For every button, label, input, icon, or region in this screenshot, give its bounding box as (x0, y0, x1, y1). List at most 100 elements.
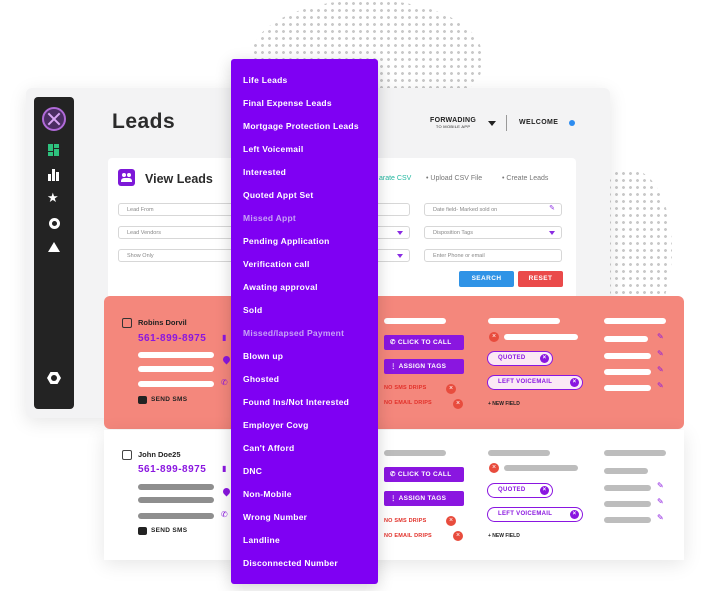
menu-item-left-voicemail[interactable]: Left Voicemail (243, 144, 304, 154)
menu-item-awating-approval[interactable]: Awating approval (243, 282, 318, 292)
disposition-tags-select[interactable]: Disposition Tags (424, 226, 562, 239)
placeholder-bar (604, 336, 648, 342)
menu-item-quoted-appt-set[interactable]: Quoted Appt Set (243, 190, 313, 200)
tag-quoted[interactable]: QUOTED × (487, 351, 553, 366)
row-checkbox[interactable] (122, 318, 132, 328)
forwarding-toggle[interactable]: FORWADING TO MOBILE APP (430, 117, 476, 129)
phone-icon[interactable]: ✆ (221, 378, 228, 387)
placeholder-bar (604, 517, 651, 523)
phone-email-input[interactable]: Enter Phone or email (424, 249, 562, 262)
lead-phone[interactable]: 561-899-8975 (138, 464, 206, 475)
dashboard-icon[interactable] (48, 144, 60, 156)
menu-item-cant-afford[interactable]: Can't Afford (243, 443, 294, 453)
phone-icon[interactable]: ✆ (221, 510, 228, 519)
tag-quoted[interactable]: QUOTED × (487, 483, 553, 498)
pencil-icon[interactable]: ✎ (657, 332, 664, 341)
search-button[interactable]: SEARCH (459, 271, 514, 287)
new-field-link[interactable]: + NEW FIELD (488, 401, 520, 407)
placeholder-bar (604, 468, 648, 474)
close-icon[interactable]: × (453, 531, 463, 541)
send-sms-button[interactable]: SEND SMS (151, 527, 187, 534)
close-icon[interactable]: × (453, 399, 463, 409)
header-divider (506, 115, 507, 131)
tag-quoted-label: QUOTED (498, 487, 526, 493)
tag-left-voicemail[interactable]: LEFT VOICEMAIL × (487, 507, 583, 522)
lead-row[interactable]: John Doe25 561-899-8975 ▮ ✆ SEND SMS ✆ C… (104, 430, 684, 560)
menu-item-life-leads[interactable]: Life Leads (243, 75, 288, 85)
show-only-select[interactable]: Show Only (118, 249, 238, 262)
date-field-input[interactable]: Date field- Marked sold on ✎ (424, 203, 562, 216)
menu-item-pending-application[interactable]: Pending Application (243, 236, 330, 246)
menu-item-final-expense-leads[interactable]: Final Expense Leads (243, 98, 332, 108)
close-icon[interactable]: × (446, 516, 456, 526)
placeholder-bar (138, 366, 214, 372)
placeholder-bar (488, 450, 550, 456)
menu-item-dnc[interactable]: DNC (243, 466, 262, 476)
disposition-dropdown-menu (231, 59, 378, 584)
menu-item-sold[interactable]: Sold (243, 305, 262, 315)
menu-item-wrong-number[interactable]: Wrong Number (243, 512, 307, 522)
close-icon[interactable]: × (540, 353, 549, 363)
menu-item-missed-appt[interactable]: Missed Appt (243, 213, 296, 223)
no-sms-drips-label: NO SMS DRIPS (384, 518, 427, 524)
create-leads-link[interactable]: • Create Leads (502, 175, 548, 182)
logo-icon[interactable] (42, 107, 66, 131)
upload-csv-link[interactable]: • Upload CSV File (426, 175, 482, 182)
lead-from-select[interactable]: Lead From (118, 203, 238, 216)
placeholder-bar (384, 450, 446, 456)
reset-button[interactable]: RESET (518, 271, 563, 287)
menu-item-verification-call[interactable]: Verification call (243, 259, 310, 269)
menu-item-landline[interactable]: Landline (243, 535, 280, 545)
pencil-icon[interactable]: ✎ (657, 365, 664, 374)
lead-vendors-label: Lead Vendors (127, 230, 161, 236)
lead-name: Robins Dorvil (138, 318, 187, 327)
menu-item-found-ins-not-interested[interactable]: Found Ins/Not Interested (243, 397, 349, 407)
triangle-icon[interactable] (48, 242, 60, 252)
placeholder-bar (604, 450, 666, 456)
pencil-icon[interactable]: ✎ (657, 497, 664, 506)
row-checkbox[interactable] (122, 450, 132, 460)
placeholder-bar (504, 334, 578, 340)
menu-item-non-mobile[interactable]: Non-Mobile (243, 489, 292, 499)
circle-icon[interactable] (49, 218, 60, 229)
document-icon[interactable]: ▮ (222, 464, 226, 473)
click-to-call-label: CLICK TO CALL (397, 471, 452, 478)
lead-row[interactable]: Robins Dorvil 561-899-8975 ▮ ✆ SEND SMS … (104, 296, 684, 429)
caret-down-icon[interactable] (488, 121, 496, 126)
pencil-icon[interactable]: ✎ (657, 349, 664, 358)
new-field-link[interactable]: + NEW FIELD (488, 533, 520, 539)
click-to-call-button[interactable]: ✆ CLICK TO CALL (384, 335, 464, 350)
pencil-icon[interactable]: ✎ (657, 513, 664, 522)
lead-phone[interactable]: 561-899-8975 (138, 333, 206, 344)
close-icon[interactable]: × (540, 485, 549, 495)
menu-item-mortgage-protection-leads[interactable]: Mortgage Protection Leads (243, 121, 359, 131)
close-icon[interactable]: × (446, 384, 456, 394)
tag-left-voicemail[interactable]: LEFT VOICEMAIL × (487, 375, 583, 390)
tag-left-voicemail-label: LEFT VOICEMAIL (498, 379, 553, 385)
pencil-icon[interactable]: ✎ (657, 481, 664, 490)
send-sms-button[interactable]: SEND SMS (151, 396, 187, 403)
close-icon[interactable]: × (489, 463, 499, 473)
menu-item-disconnected-number[interactable]: Disconnected Number (243, 558, 338, 568)
star-icon[interactable]: ★ (47, 191, 59, 204)
assign-tags-button[interactable]: ⋮ ASSIGN TAGS (384, 491, 464, 506)
close-icon[interactable]: × (489, 332, 499, 342)
separate-csv-link[interactable]: arate CSV (379, 175, 411, 182)
click-to-call-button[interactable]: ✆ CLICK TO CALL (384, 467, 464, 482)
close-icon[interactable]: × (570, 377, 579, 387)
menu-item-blown-up[interactable]: Blown up (243, 351, 283, 361)
menu-item-ghosted[interactable]: Ghosted (243, 374, 279, 384)
assign-tags-button[interactable]: ⋮ ASSIGN TAGS (384, 359, 464, 374)
placeholder-bar (138, 497, 214, 503)
document-icon[interactable]: ▮ (222, 333, 226, 342)
close-icon[interactable]: × (570, 509, 579, 519)
chart-icon[interactable] (48, 169, 60, 181)
placeholder-bar (138, 352, 214, 358)
hexagon-icon[interactable] (47, 372, 61, 384)
menu-item-missed-lapsed-payment[interactable]: Missed/lapsed Payment (243, 328, 344, 338)
menu-item-interested[interactable]: Interested (243, 167, 286, 177)
menu-item-employer-covg[interactable]: Employer Covg (243, 420, 309, 430)
placeholder-bar (604, 485, 651, 491)
lead-vendors-select[interactable]: Lead Vendors (118, 226, 238, 239)
pencil-icon[interactable]: ✎ (657, 381, 664, 390)
